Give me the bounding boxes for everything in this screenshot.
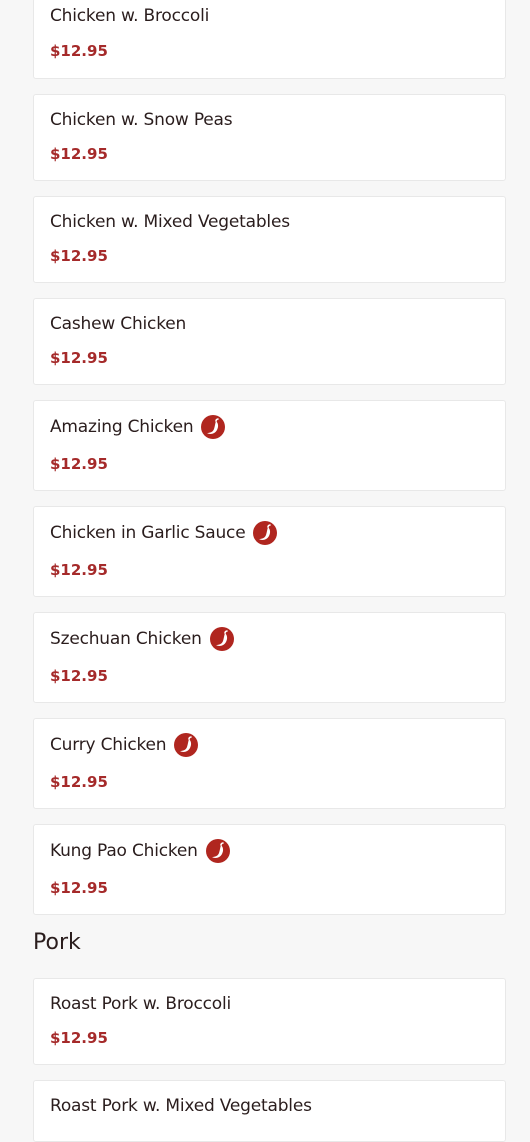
section-title-pork: Pork xyxy=(33,930,81,955)
item-price: $12.95 xyxy=(50,561,108,579)
item-name-row: Szechuan Chicken xyxy=(50,627,234,651)
item-name-row: Roast Pork w. Broccoli xyxy=(50,994,231,1014)
item-name: Curry Chicken xyxy=(50,735,167,755)
menu-item[interactable]: Chicken w. Broccoli $12.95 xyxy=(33,0,506,79)
item-price: $12.95 xyxy=(50,455,108,473)
item-price: $12.95 xyxy=(50,349,108,367)
item-price: $12.95 xyxy=(50,247,108,265)
item-name-row: Amazing Chicken xyxy=(50,415,226,439)
menu-item[interactable]: Chicken w. Snow Peas $12.95 xyxy=(33,94,506,181)
item-name: Cashew Chicken xyxy=(50,314,187,334)
item-price: $12.95 xyxy=(50,667,108,685)
item-price: $12.95 xyxy=(50,773,108,791)
chili-pepper-icon xyxy=(209,627,234,651)
item-name: Roast Pork w. Broccoli xyxy=(50,994,232,1014)
item-name: Chicken w. Snow Peas xyxy=(50,110,233,130)
item-name-row: Curry Chicken xyxy=(50,733,199,757)
menu-item[interactable]: Curry Chicken $12.95 xyxy=(33,718,506,809)
menu-item[interactable]: Roast Pork w. Broccoli $12.95 xyxy=(33,978,506,1065)
item-name: Amazing Chicken xyxy=(50,417,194,437)
menu-item[interactable]: Kung Pao Chicken $12.95 xyxy=(33,824,506,915)
item-name-row: Kung Pao Chicken xyxy=(50,839,230,863)
item-name-row: Cashew Chicken xyxy=(50,314,186,334)
item-price: $12.95 xyxy=(50,1029,108,1047)
chili-pepper-icon xyxy=(253,521,278,545)
menu-item[interactable]: Cashew Chicken $12.95 xyxy=(33,298,506,385)
menu-item[interactable]: Szechuan Chicken $12.95 xyxy=(33,612,506,703)
item-price: $12.95 xyxy=(50,42,108,60)
chili-pepper-icon xyxy=(174,733,199,757)
menu-item[interactable]: Amazing Chicken $12.95 xyxy=(33,400,506,491)
item-price: $12.95 xyxy=(50,145,108,163)
item-price: $12.95 xyxy=(50,879,108,897)
item-name: Kung Pao Chicken xyxy=(50,841,198,861)
item-name: Szechuan Chicken xyxy=(50,629,202,649)
menu-item[interactable]: Chicken w. Mixed Vegetables $12.95 xyxy=(33,196,506,283)
item-name: Roast Pork w. Mixed Vegetables xyxy=(50,1096,312,1116)
menu-item[interactable]: Roast Pork w. Mixed Vegetables xyxy=(33,1080,506,1142)
item-name-row: Chicken in Garlic Sauce xyxy=(50,521,278,545)
item-name: Chicken w. Broccoli xyxy=(50,6,210,26)
item-name: Chicken w. Mixed Vegetables xyxy=(50,212,290,232)
item-name-row: Chicken w. Snow Peas xyxy=(50,110,233,130)
chili-pepper-icon xyxy=(201,415,226,439)
chili-pepper-icon xyxy=(205,839,230,863)
item-name: Chicken in Garlic Sauce xyxy=(50,523,246,543)
menu-item[interactable]: Chicken in Garlic Sauce $12.95 xyxy=(33,506,506,597)
item-name-row: Chicken w. Mixed Vegetables xyxy=(50,212,290,232)
item-name-row: Roast Pork w. Mixed Vegetables xyxy=(50,1096,312,1116)
item-name-row: Chicken w. Broccoli xyxy=(50,6,209,26)
